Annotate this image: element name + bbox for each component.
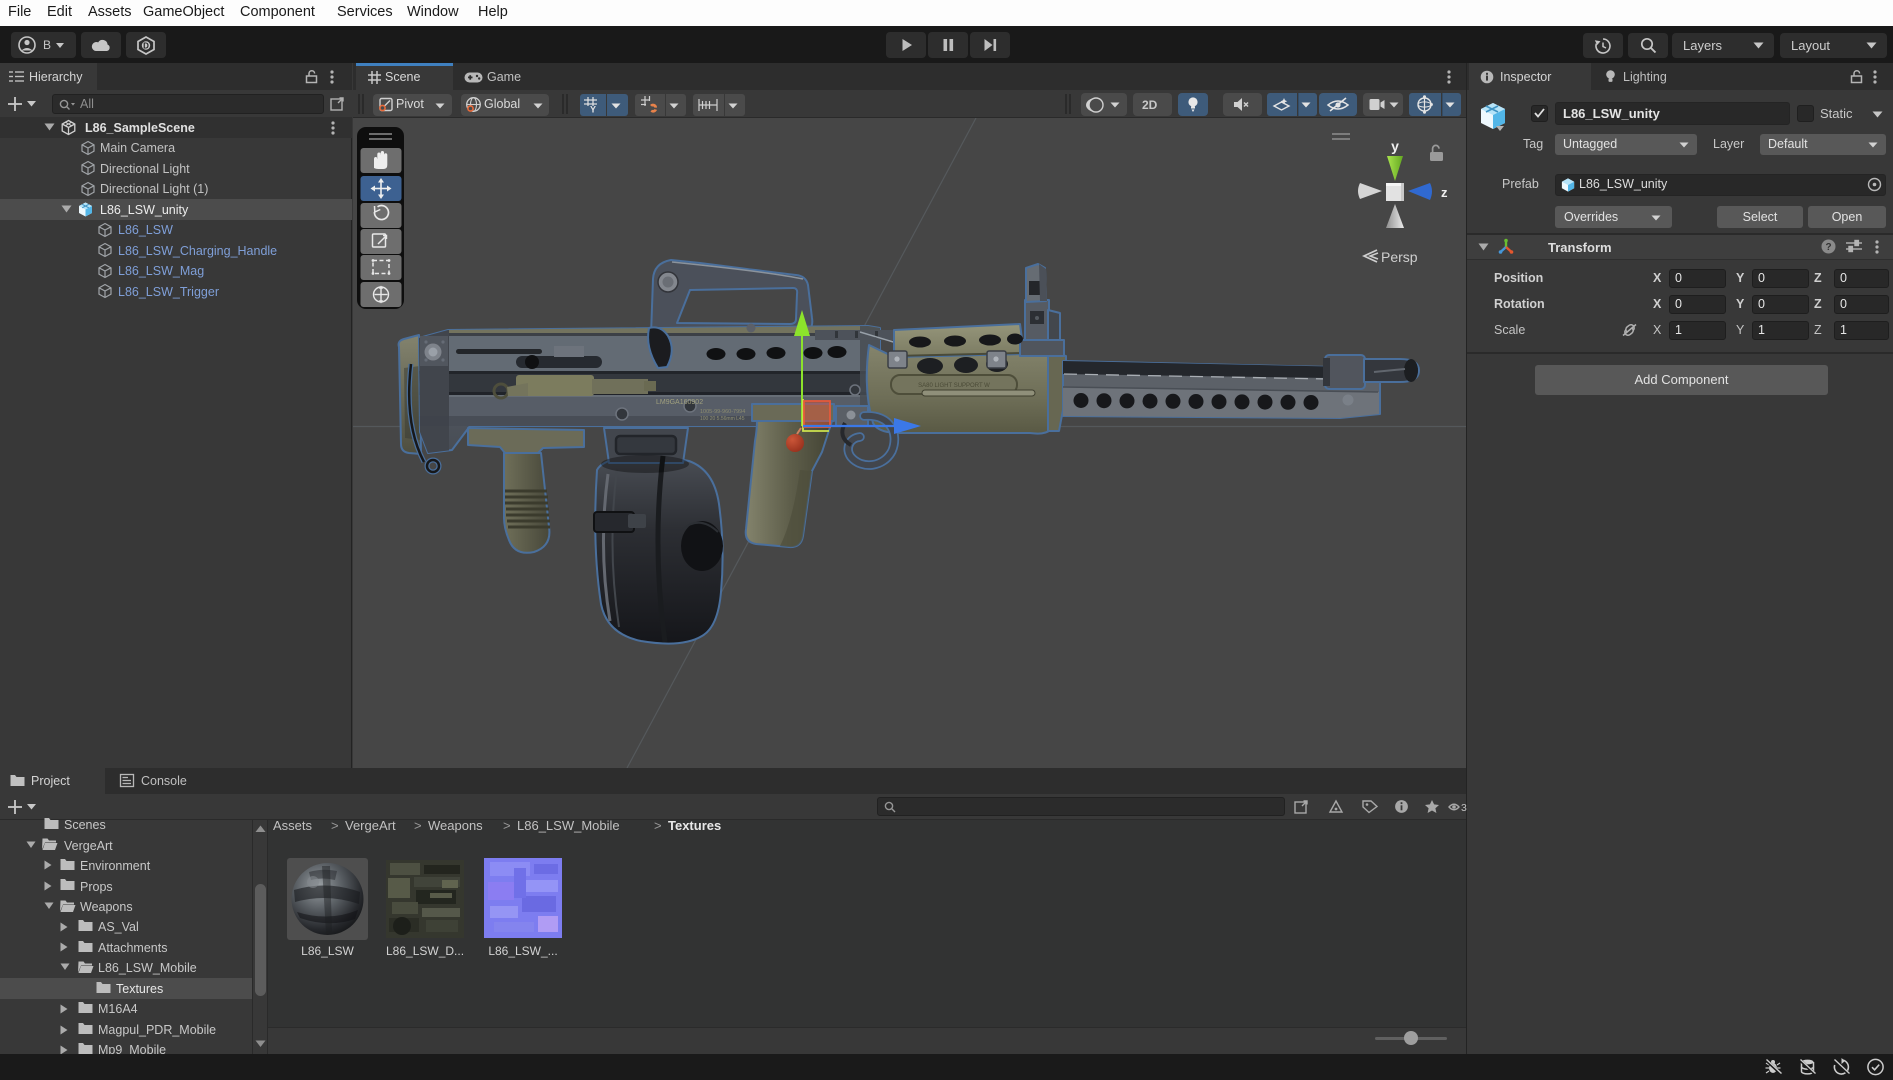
svg-text:D: D xyxy=(143,42,149,51)
svg-text:z: z xyxy=(1441,185,1448,200)
svg-text:Persp: Persp xyxy=(1381,249,1418,265)
svg-text:SA80 LIGHT SUPPORT W: SA80 LIGHT SUPPORT W xyxy=(918,383,990,389)
svg-text:1005-99-960-7994: 1005-99-960-7994 xyxy=(700,409,745,415)
svg-text:y: y xyxy=(1391,138,1399,154)
svg-text:LM9GA160902: LM9GA160902 xyxy=(656,399,703,406)
svg-text:100 20 5.56mm L45: 100 20 5.56mm L45 xyxy=(700,416,745,422)
svg-text:?: ? xyxy=(1825,242,1831,253)
svg-text:Y: Y xyxy=(590,105,596,115)
svg-text:3: 3 xyxy=(1461,802,1467,814)
svg-text:B: B xyxy=(43,38,51,52)
